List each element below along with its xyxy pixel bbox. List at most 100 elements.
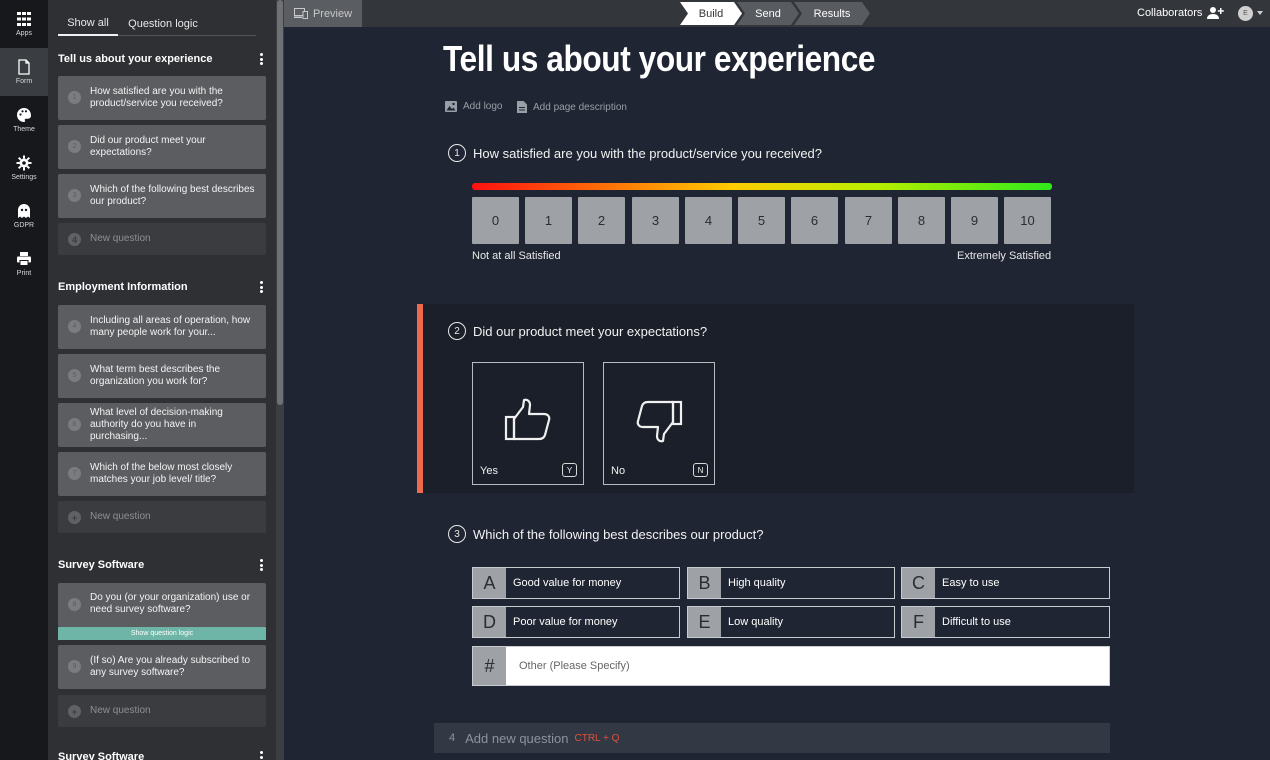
sidebar-scrollbar-thumb[interactable] — [277, 0, 283, 405]
printer-icon — [17, 252, 31, 266]
rating-option[interactable]: 3 — [632, 197, 679, 244]
add-logo-button[interactable]: Add logo — [445, 101, 502, 112]
image-icon — [445, 101, 457, 112]
yes-option[interactable]: Yes Y — [472, 362, 584, 485]
step-build[interactable]: Build — [680, 2, 742, 25]
rail-gdpr[interactable]: GDPR — [0, 192, 48, 240]
sidebar-question[interactable]: 8 Do you (or your organization) use or n… — [58, 583, 266, 627]
new-question-label: New question — [90, 705, 151, 716]
rail-label: Print — [16, 270, 32, 277]
sidebar-question[interactable]: 5 What term best describes the organizat… — [58, 354, 266, 398]
rail-print[interactable]: Print — [0, 240, 48, 288]
step-results[interactable]: Results — [794, 2, 870, 25]
tab-show-all[interactable]: Show all — [58, 12, 118, 36]
add-page-description-button[interactable]: Add page description — [517, 101, 627, 113]
choice-option[interactable]: A Good value for money — [472, 567, 680, 599]
step-label: Results — [813, 7, 851, 20]
new-question-button[interactable]: + New question — [58, 501, 266, 533]
collaborators-button[interactable]: Collaborators — [1137, 6, 1225, 19]
question-text: Did our product meet your expectations? — [90, 135, 206, 158]
rating-option[interactable]: 10 — [1004, 197, 1051, 244]
section-menu-icon[interactable] — [256, 750, 266, 760]
user-avatar[interactable]: E — [1238, 6, 1253, 21]
section-header: Employment Information — [58, 277, 266, 297]
question-number: 4 — [68, 233, 81, 246]
thumbs-up-icon — [504, 398, 551, 441]
tab-question-logic[interactable]: Question logic — [120, 12, 206, 36]
question-number: 1 — [68, 91, 81, 104]
sidebar-question[interactable]: 6 What level of decision-making authorit… — [58, 403, 266, 447]
rating-option[interactable]: 6 — [791, 197, 838, 244]
sidebar-question[interactable]: 7 Which of the below most closely matche… — [58, 452, 266, 496]
page-title[interactable]: Tell us about your experience — [443, 38, 876, 80]
new-question-button[interactable]: 4 New question — [58, 223, 266, 255]
rail-settings[interactable]: Settings — [0, 144, 48, 192]
show-question-logic-button[interactable]: Show question logic — [58, 627, 266, 640]
keyboard-shortcut-hint: CTRL + Q — [574, 732, 620, 744]
choice-key: C — [902, 568, 935, 598]
yes-label: Yes — [480, 465, 498, 477]
question-text: Did our product meet your expectations? — [473, 323, 708, 339]
question-text: How satisfied are you with the product/s… — [473, 145, 823, 161]
choice-option[interactable]: E Low quality — [687, 606, 895, 638]
collaborators-label: Collaborators — [1137, 6, 1203, 19]
section-title: Survey Software — [58, 559, 145, 571]
question-heading[interactable]: 1 How satisfied are you with the product… — [448, 144, 822, 162]
choice-option[interactable]: D Poor value for money — [472, 606, 680, 638]
next-question-number: 4 — [449, 732, 456, 744]
choice-option[interactable]: C Easy to use — [901, 567, 1110, 599]
question-text: What level of decision-making authority … — [90, 407, 223, 442]
no-option[interactable]: No N — [603, 362, 715, 485]
preview-label: Preview — [312, 7, 353, 20]
rail-theme[interactable]: Theme — [0, 96, 48, 144]
sidebar-question[interactable]: 3 Which of the following best describes … — [58, 174, 266, 218]
rating-option[interactable]: 9 — [951, 197, 998, 244]
sidebar-question[interactable]: 2 Did our product meet your expectations… — [58, 125, 266, 169]
choice-key: A — [473, 568, 506, 598]
thumbs-down-icon — [636, 400, 683, 443]
rating-option[interactable]: 7 — [845, 197, 892, 244]
choice-option[interactable]: B High quality — [687, 567, 895, 599]
preview-button[interactable]: Preview — [284, 0, 362, 27]
sidebar-question[interactable]: 1 How satisfied are you with the product… — [58, 76, 266, 120]
rating-option[interactable]: 2 — [578, 197, 625, 244]
choice-label: Low quality — [728, 616, 784, 628]
question-heading[interactable]: 2 Did our product meet your expectations… — [448, 322, 707, 340]
rail-apps[interactable]: Apps — [0, 0, 48, 48]
rating-option[interactable]: 4 — [685, 197, 732, 244]
keyboard-shortcut-badge: Y — [562, 463, 577, 477]
question-text: (If so) Are you already subscribed to an… — [90, 655, 251, 678]
new-question-button[interactable]: + New question — [58, 695, 266, 727]
rail-label: GDPR — [13, 222, 35, 229]
question-number: 3 — [448, 525, 466, 543]
keyboard-shortcut-badge: N — [693, 463, 708, 477]
rating-option[interactable]: 5 — [738, 197, 785, 244]
rail-label: Form — [15, 78, 33, 85]
rail-label: Apps — [16, 30, 32, 37]
rating-option[interactable]: 0 — [472, 197, 519, 244]
chevron-down-icon[interactable] — [1257, 11, 1263, 15]
question-heading[interactable]: 3 Which of the following best describes … — [448, 525, 764, 543]
question-text: Including all areas of operation, how ma… — [90, 315, 251, 338]
sidebar-question[interactable]: 4 Including all areas of operation, how … — [58, 305, 266, 349]
choice-key: D — [473, 607, 506, 637]
document-icon — [18, 59, 30, 75]
section-menu-icon[interactable] — [256, 52, 266, 66]
step-send[interactable]: Send — [737, 2, 799, 25]
section-menu-icon[interactable] — [256, 280, 266, 294]
step-label: Build — [698, 7, 724, 20]
choice-key: B — [688, 568, 721, 598]
sidebar-question[interactable]: 9 (If so) Are you already subscribed to … — [58, 645, 266, 689]
rail-form[interactable]: Form — [0, 48, 48, 96]
other-option[interactable]: # — [472, 646, 1110, 686]
choice-key: E — [688, 607, 721, 637]
question-text: Which of the following best describes ou… — [473, 526, 764, 542]
choice-option[interactable]: F Difficult to use — [901, 606, 1110, 638]
section-title: Tell us about your experience — [58, 53, 213, 65]
rating-option[interactable]: 8 — [898, 197, 945, 244]
add-new-question-button[interactable]: 4 Add new question CTRL + Q — [434, 723, 1110, 753]
section-menu-icon[interactable] — [256, 558, 266, 572]
other-input[interactable] — [506, 647, 1109, 685]
rating-option[interactable]: 1 — [525, 197, 572, 244]
ghost-icon — [18, 204, 30, 218]
